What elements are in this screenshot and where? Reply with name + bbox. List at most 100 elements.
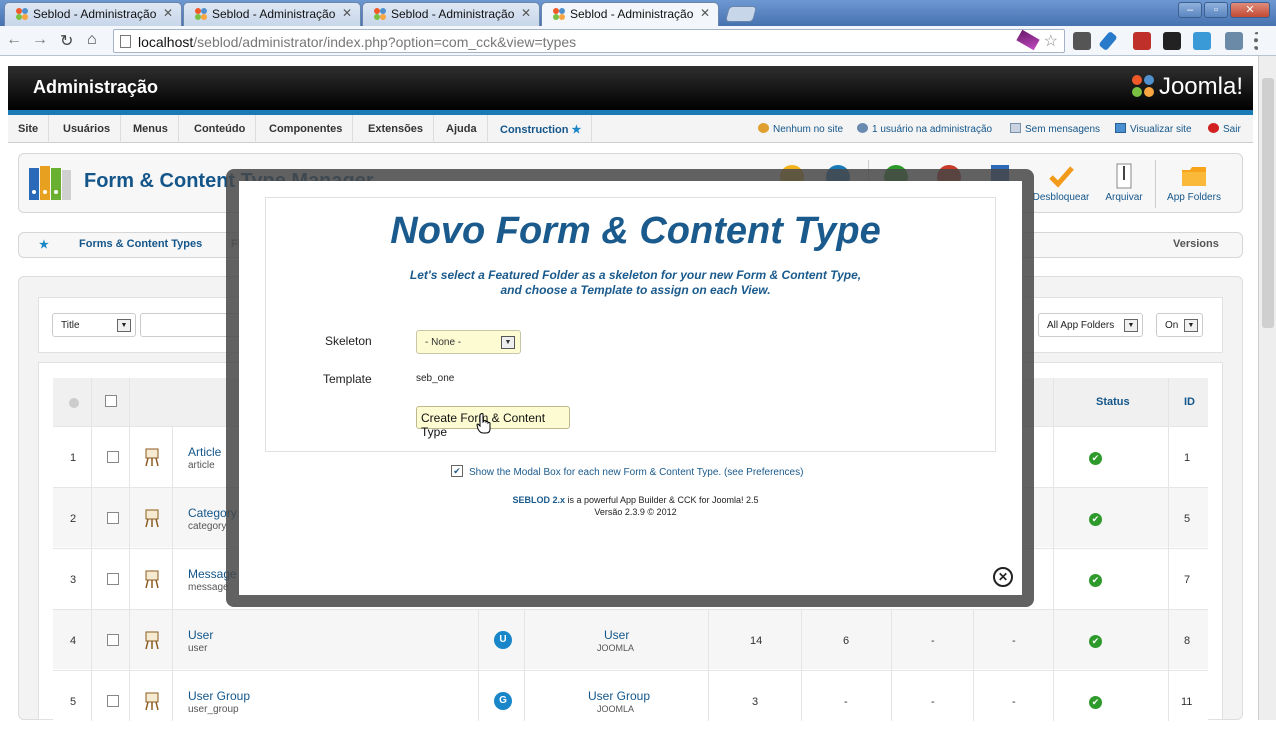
row-checkbox[interactable] bbox=[107, 512, 119, 524]
admin-header: Administração Joomla! bbox=[8, 66, 1253, 110]
forward-icon[interactable]: → bbox=[32, 31, 48, 49]
menu-usuarios[interactable]: Usuários bbox=[53, 115, 122, 143]
column-header-id[interactable]: ID bbox=[1184, 396, 1195, 408]
column-divider bbox=[172, 549, 173, 609]
extension-settings-icon[interactable] bbox=[1193, 32, 1211, 50]
column-header-status[interactable]: Status bbox=[1096, 396, 1130, 408]
joomla-favicon-icon bbox=[553, 8, 565, 20]
seblod-version: Versão 2.3.9 © 2012 bbox=[594, 507, 677, 517]
browser-tab-3[interactable]: Seblod - Administração ✕ bbox=[362, 2, 540, 26]
show-modal-label: Show the Modal Box for each new Form & C… bbox=[469, 467, 804, 478]
row-checkbox[interactable] bbox=[107, 573, 119, 585]
count-col-4: - bbox=[1012, 635, 1016, 647]
maximize-icon[interactable]: ▫ bbox=[1204, 2, 1228, 18]
easel-icon bbox=[145, 448, 159, 467]
unlock-button[interactable]: Desbloquear bbox=[1026, 158, 1096, 210]
extension-seo-icon[interactable] bbox=[1163, 32, 1181, 50]
archive-button[interactable]: Arquivar bbox=[1089, 158, 1159, 210]
admin-title: Administração bbox=[33, 77, 159, 97]
menu-ajuda[interactable]: Ajuda bbox=[436, 115, 488, 143]
app-folder-link[interactable]: User Group bbox=[588, 689, 650, 703]
menu-site[interactable]: Site bbox=[8, 115, 50, 143]
close-tab-icon[interactable]: ✕ bbox=[700, 6, 710, 20]
easel-icon bbox=[145, 509, 159, 528]
modal-close-button[interactable]: ✕ bbox=[993, 567, 1013, 587]
skeleton-label: Skeleton bbox=[325, 334, 372, 348]
row-title-link[interactable]: Article bbox=[188, 445, 221, 459]
show-modal-checkbox[interactable]: ✔ bbox=[451, 465, 463, 477]
minimize-icon[interactable]: – bbox=[1178, 2, 1202, 18]
window-controls: – ▫ ✕ bbox=[1178, 2, 1270, 18]
logout-icon bbox=[1208, 123, 1219, 133]
subnav-forms-content-types[interactable]: Forms & Content Types bbox=[79, 238, 202, 250]
fields-count: 14 bbox=[750, 635, 763, 647]
address-bar[interactable]: localhost/seblod/administrator/index.php… bbox=[113, 29, 1065, 53]
scrollbar-thumb[interactable] bbox=[1262, 78, 1274, 328]
published-check-icon[interactable]: ✔ bbox=[1089, 696, 1102, 709]
extension-download-icon[interactable] bbox=[1133, 32, 1151, 50]
extension-search-icon[interactable] bbox=[1225, 32, 1243, 50]
state-filter-select[interactable]: On ▼ bbox=[1156, 313, 1203, 337]
home-icon[interactable]: ⌂ bbox=[87, 31, 97, 49]
skeleton-select[interactable]: - None - ▼ bbox=[416, 330, 521, 354]
mail-icon bbox=[1010, 123, 1021, 133]
app-folders-filter-select[interactable]: All App Folders ▼ bbox=[1038, 313, 1143, 337]
app-folder-link[interactable]: User bbox=[604, 628, 629, 642]
close-tab-icon[interactable]: ✕ bbox=[163, 6, 173, 20]
published-check-icon[interactable]: ✔ bbox=[1089, 635, 1102, 648]
window-close-icon[interactable]: ✕ bbox=[1230, 2, 1270, 18]
column-divider bbox=[1053, 671, 1054, 721]
new-tab-button[interactable] bbox=[724, 6, 758, 22]
search-input[interactable] bbox=[140, 313, 240, 337]
extension-spider-icon[interactable] bbox=[1073, 32, 1091, 50]
seblod-brand[interactable]: SEBLOD 2.x bbox=[512, 495, 565, 505]
published-check-icon[interactable]: ✔ bbox=[1089, 574, 1102, 587]
status-messages-label: Sem mensagens bbox=[1025, 124, 1101, 135]
sort-icon[interactable] bbox=[69, 398, 79, 408]
page-scrollbar[interactable] bbox=[1258, 56, 1276, 720]
menu-extensoes[interactable]: Extensões bbox=[358, 115, 435, 143]
select-all-checkbox[interactable] bbox=[105, 395, 117, 407]
reload-icon[interactable]: ↻ bbox=[60, 31, 73, 51]
published-check-icon[interactable]: ✔ bbox=[1089, 513, 1102, 526]
chevron-down-icon: ▼ bbox=[117, 319, 131, 332]
menu-construction[interactable]: Construction ★ bbox=[490, 115, 593, 143]
row-title-link[interactable]: User bbox=[188, 628, 213, 642]
count-col-2: 6 bbox=[843, 635, 850, 647]
pen-extension-icon[interactable] bbox=[1016, 29, 1040, 51]
browser-tab-4-active[interactable]: Seblod - Administração ✕ bbox=[541, 2, 719, 27]
status-logout[interactable]: Sair bbox=[1208, 123, 1241, 135]
app-folders-button[interactable]: App Folders bbox=[1159, 158, 1229, 210]
menu-componentes[interactable]: Componentes bbox=[259, 115, 354, 143]
row-title-link[interactable]: User Group bbox=[188, 689, 250, 703]
joomla-logo-icon bbox=[1131, 75, 1154, 97]
menu-conteudo[interactable]: Conteúdo bbox=[184, 115, 257, 143]
row-checkbox[interactable] bbox=[107, 695, 119, 707]
search-by-select[interactable]: Title ▼ bbox=[52, 313, 136, 337]
column-divider bbox=[91, 378, 92, 426]
status-admin-users-label: 1 usuário na administração bbox=[872, 124, 993, 135]
close-tab-icon[interactable]: ✕ bbox=[521, 6, 531, 20]
fields-count: 3 bbox=[752, 696, 759, 708]
extension-pencil-icon[interactable] bbox=[1098, 30, 1118, 52]
close-tab-icon[interactable]: ✕ bbox=[342, 6, 352, 20]
status-logout-label: Sair bbox=[1223, 124, 1241, 135]
row-checkbox[interactable] bbox=[107, 634, 119, 646]
browser-tab-2[interactable]: Seblod - Administração ✕ bbox=[183, 2, 361, 26]
bookmark-star-icon[interactable]: ☆ bbox=[1044, 31, 1058, 51]
column-divider bbox=[1053, 610, 1054, 670]
create-type-button[interactable]: Create Form & Content Type bbox=[416, 406, 570, 439]
row-name: user_group bbox=[188, 704, 239, 715]
menu-wrench-icon[interactable] bbox=[1254, 32, 1260, 50]
column-divider bbox=[891, 610, 892, 670]
published-check-icon[interactable]: ✔ bbox=[1089, 452, 1102, 465]
row-number: 3 bbox=[70, 574, 77, 586]
subnav-versions[interactable]: Versions bbox=[1173, 238, 1219, 250]
browser-tab-1[interactable]: Seblod - Administração ✕ bbox=[4, 2, 182, 26]
status-messages[interactable]: Sem mensagens bbox=[1010, 123, 1100, 135]
back-icon[interactable]: ← bbox=[6, 31, 22, 49]
row-checkbox[interactable] bbox=[107, 451, 119, 463]
status-view-site[interactable]: Visualizar site bbox=[1115, 123, 1192, 135]
app-folders-label: App Folders bbox=[1167, 192, 1221, 203]
menu-menus[interactable]: Menus bbox=[123, 115, 179, 143]
